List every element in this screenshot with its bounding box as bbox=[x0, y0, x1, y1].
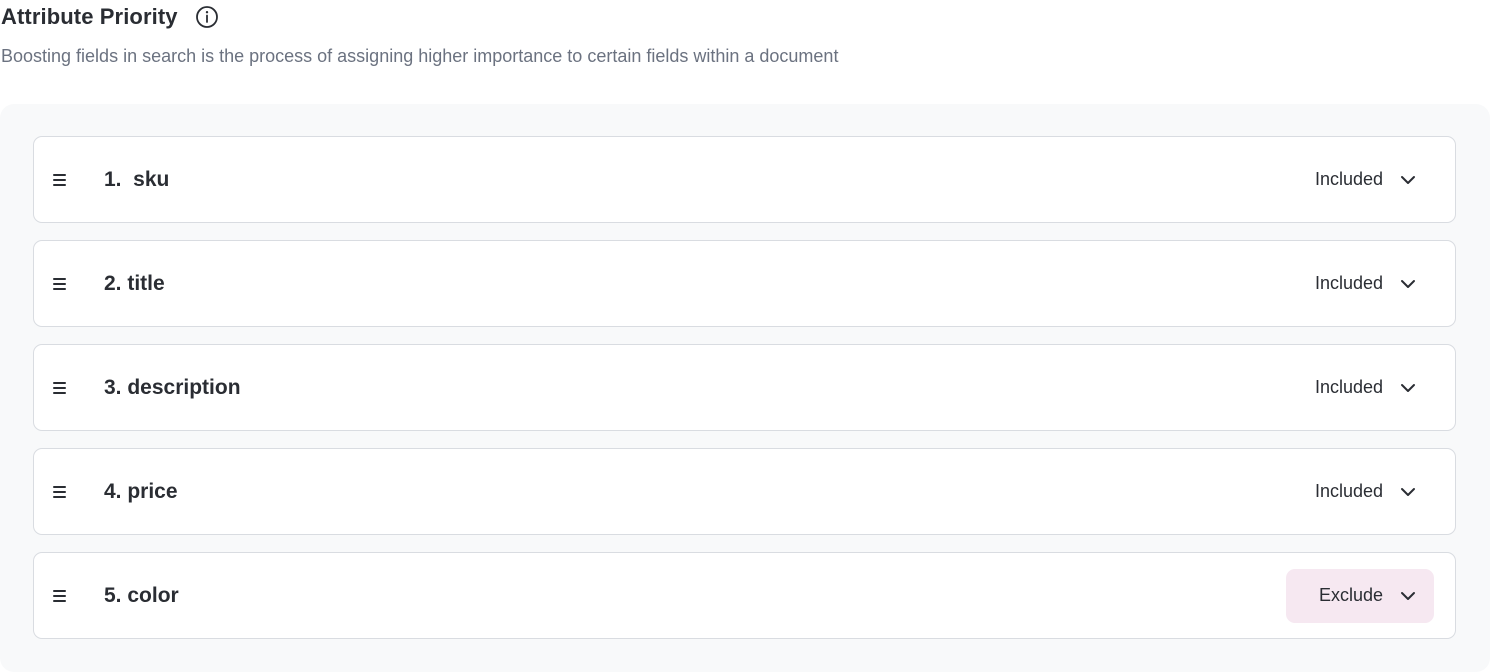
attribute-list-panel: 1. sku Included 2. title Included 3. des… bbox=[0, 104, 1490, 672]
status-dropdown[interactable]: Included bbox=[1286, 361, 1434, 415]
attribute-row[interactable]: 4. price Included bbox=[33, 448, 1456, 535]
status-value: Included bbox=[1314, 273, 1383, 293]
attribute-row[interactable]: 3. description Included bbox=[33, 344, 1456, 431]
drag-handle-icon[interactable] bbox=[52, 589, 68, 603]
attribute-row[interactable]: 5. color Exclude bbox=[33, 552, 1456, 639]
status-dropdown[interactable]: Included bbox=[1286, 153, 1434, 207]
status-dropdown[interactable]: Included bbox=[1286, 465, 1434, 519]
drag-handle-icon[interactable] bbox=[52, 381, 68, 395]
chevron-down-icon bbox=[1399, 483, 1417, 501]
attribute-row[interactable]: 2. title Included bbox=[33, 240, 1456, 327]
status-value: Included bbox=[1314, 481, 1383, 501]
page-subtitle: Boosting fields in search is the process… bbox=[1, 46, 839, 66]
chevron-down-icon bbox=[1399, 171, 1417, 189]
title-row: Attribute Priority bbox=[1, 3, 219, 31]
page-title: Attribute Priority bbox=[1, 4, 178, 29]
attribute-row[interactable]: 1. sku Included bbox=[33, 136, 1456, 223]
status-dropdown[interactable]: Included bbox=[1286, 257, 1434, 311]
chevron-down-icon bbox=[1399, 379, 1417, 397]
attribute-label: 1. sku bbox=[104, 167, 170, 191]
attribute-label: 4. price bbox=[104, 479, 178, 503]
attribute-label: 5. color bbox=[104, 583, 179, 607]
attribute-list: 1. sku Included 2. title Included 3. des… bbox=[33, 136, 1456, 656]
drag-handle-icon[interactable] bbox=[52, 173, 68, 187]
status-dropdown[interactable]: Exclude bbox=[1286, 568, 1434, 623]
drag-handle-icon[interactable] bbox=[52, 277, 68, 291]
info-icon[interactable] bbox=[195, 5, 219, 29]
status-value: Exclude bbox=[1318, 585, 1383, 605]
chevron-down-icon bbox=[1399, 275, 1417, 293]
attribute-label: 2. title bbox=[104, 271, 165, 295]
attribute-label: 3. description bbox=[104, 375, 241, 399]
chevron-down-icon bbox=[1399, 587, 1417, 605]
status-value: Included bbox=[1314, 377, 1383, 397]
status-value: Included bbox=[1314, 169, 1383, 189]
drag-handle-icon[interactable] bbox=[52, 485, 68, 499]
